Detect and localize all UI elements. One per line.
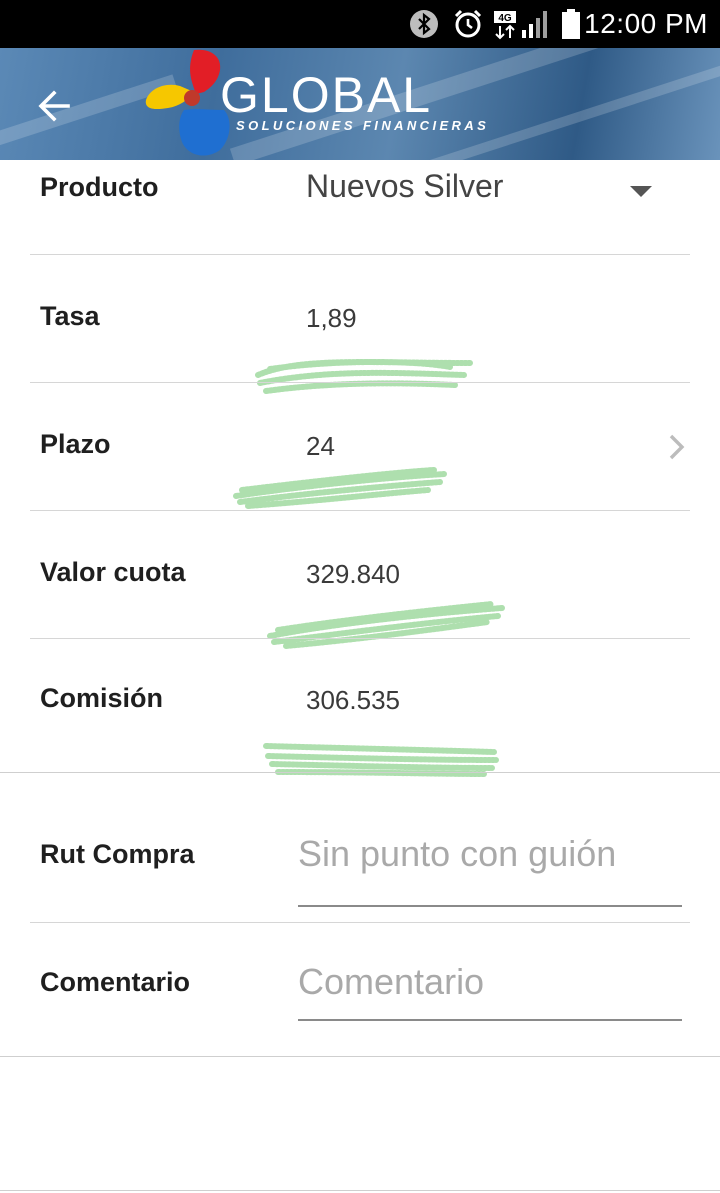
- tasa-value: 1,89: [306, 303, 357, 333]
- brand-name: GLOBAL: [220, 67, 433, 123]
- rut-compra-label: Rut Compra: [40, 839, 195, 869]
- valor-cuota-label: Valor cuota: [40, 557, 186, 587]
- bluetooth-icon: [408, 8, 440, 45]
- signal-icon: [520, 8, 552, 45]
- plazo-value: 24: [306, 431, 335, 461]
- network-4g-icon: 4G: [492, 8, 520, 45]
- section-divider: [0, 1056, 720, 1057]
- brand-tagline: SOLUCIONES FINANCIERAS: [236, 118, 490, 133]
- chevron-right-icon[interactable]: [668, 433, 686, 461]
- tasa-label: Tasa: [40, 301, 100, 331]
- rut-compra-input[interactable]: [298, 830, 682, 878]
- battery-icon: [560, 8, 582, 45]
- producto-select-value[interactable]: Nuevos Silver: [306, 168, 503, 205]
- producto-label: Producto: [40, 172, 159, 202]
- valor-cuota-value: 329.840: [306, 559, 400, 589]
- plazo-label: Plazo: [40, 429, 111, 459]
- alarm-icon: [452, 8, 484, 45]
- arrow-left-icon: [38, 90, 70, 122]
- back-button[interactable]: [30, 82, 78, 130]
- status-bar: 4G 12:00 PM: [0, 0, 720, 48]
- comentario-underline: [298, 1019, 682, 1021]
- comentario-label: Comentario: [40, 967, 191, 997]
- global-logo: GLOBAL SOLUCIONES FINANCIERAS: [140, 48, 500, 160]
- comentario-input[interactable]: [298, 958, 682, 1006]
- comision-label: Comisión: [40, 683, 164, 713]
- status-time: 12:00 PM: [584, 8, 708, 39]
- app-header: GLOBAL SOLUCIONES FINANCIERAS: [0, 48, 720, 160]
- bottom-divider: [0, 1190, 720, 1191]
- dropdown-arrow-icon[interactable]: [630, 184, 652, 198]
- comision-value: 306.535: [306, 685, 400, 715]
- producto-row[interactable]: Producto Nuevos Silver: [30, 160, 690, 254]
- rut-compra-underline: [298, 905, 682, 907]
- svg-text:4G: 4G: [498, 13, 512, 24]
